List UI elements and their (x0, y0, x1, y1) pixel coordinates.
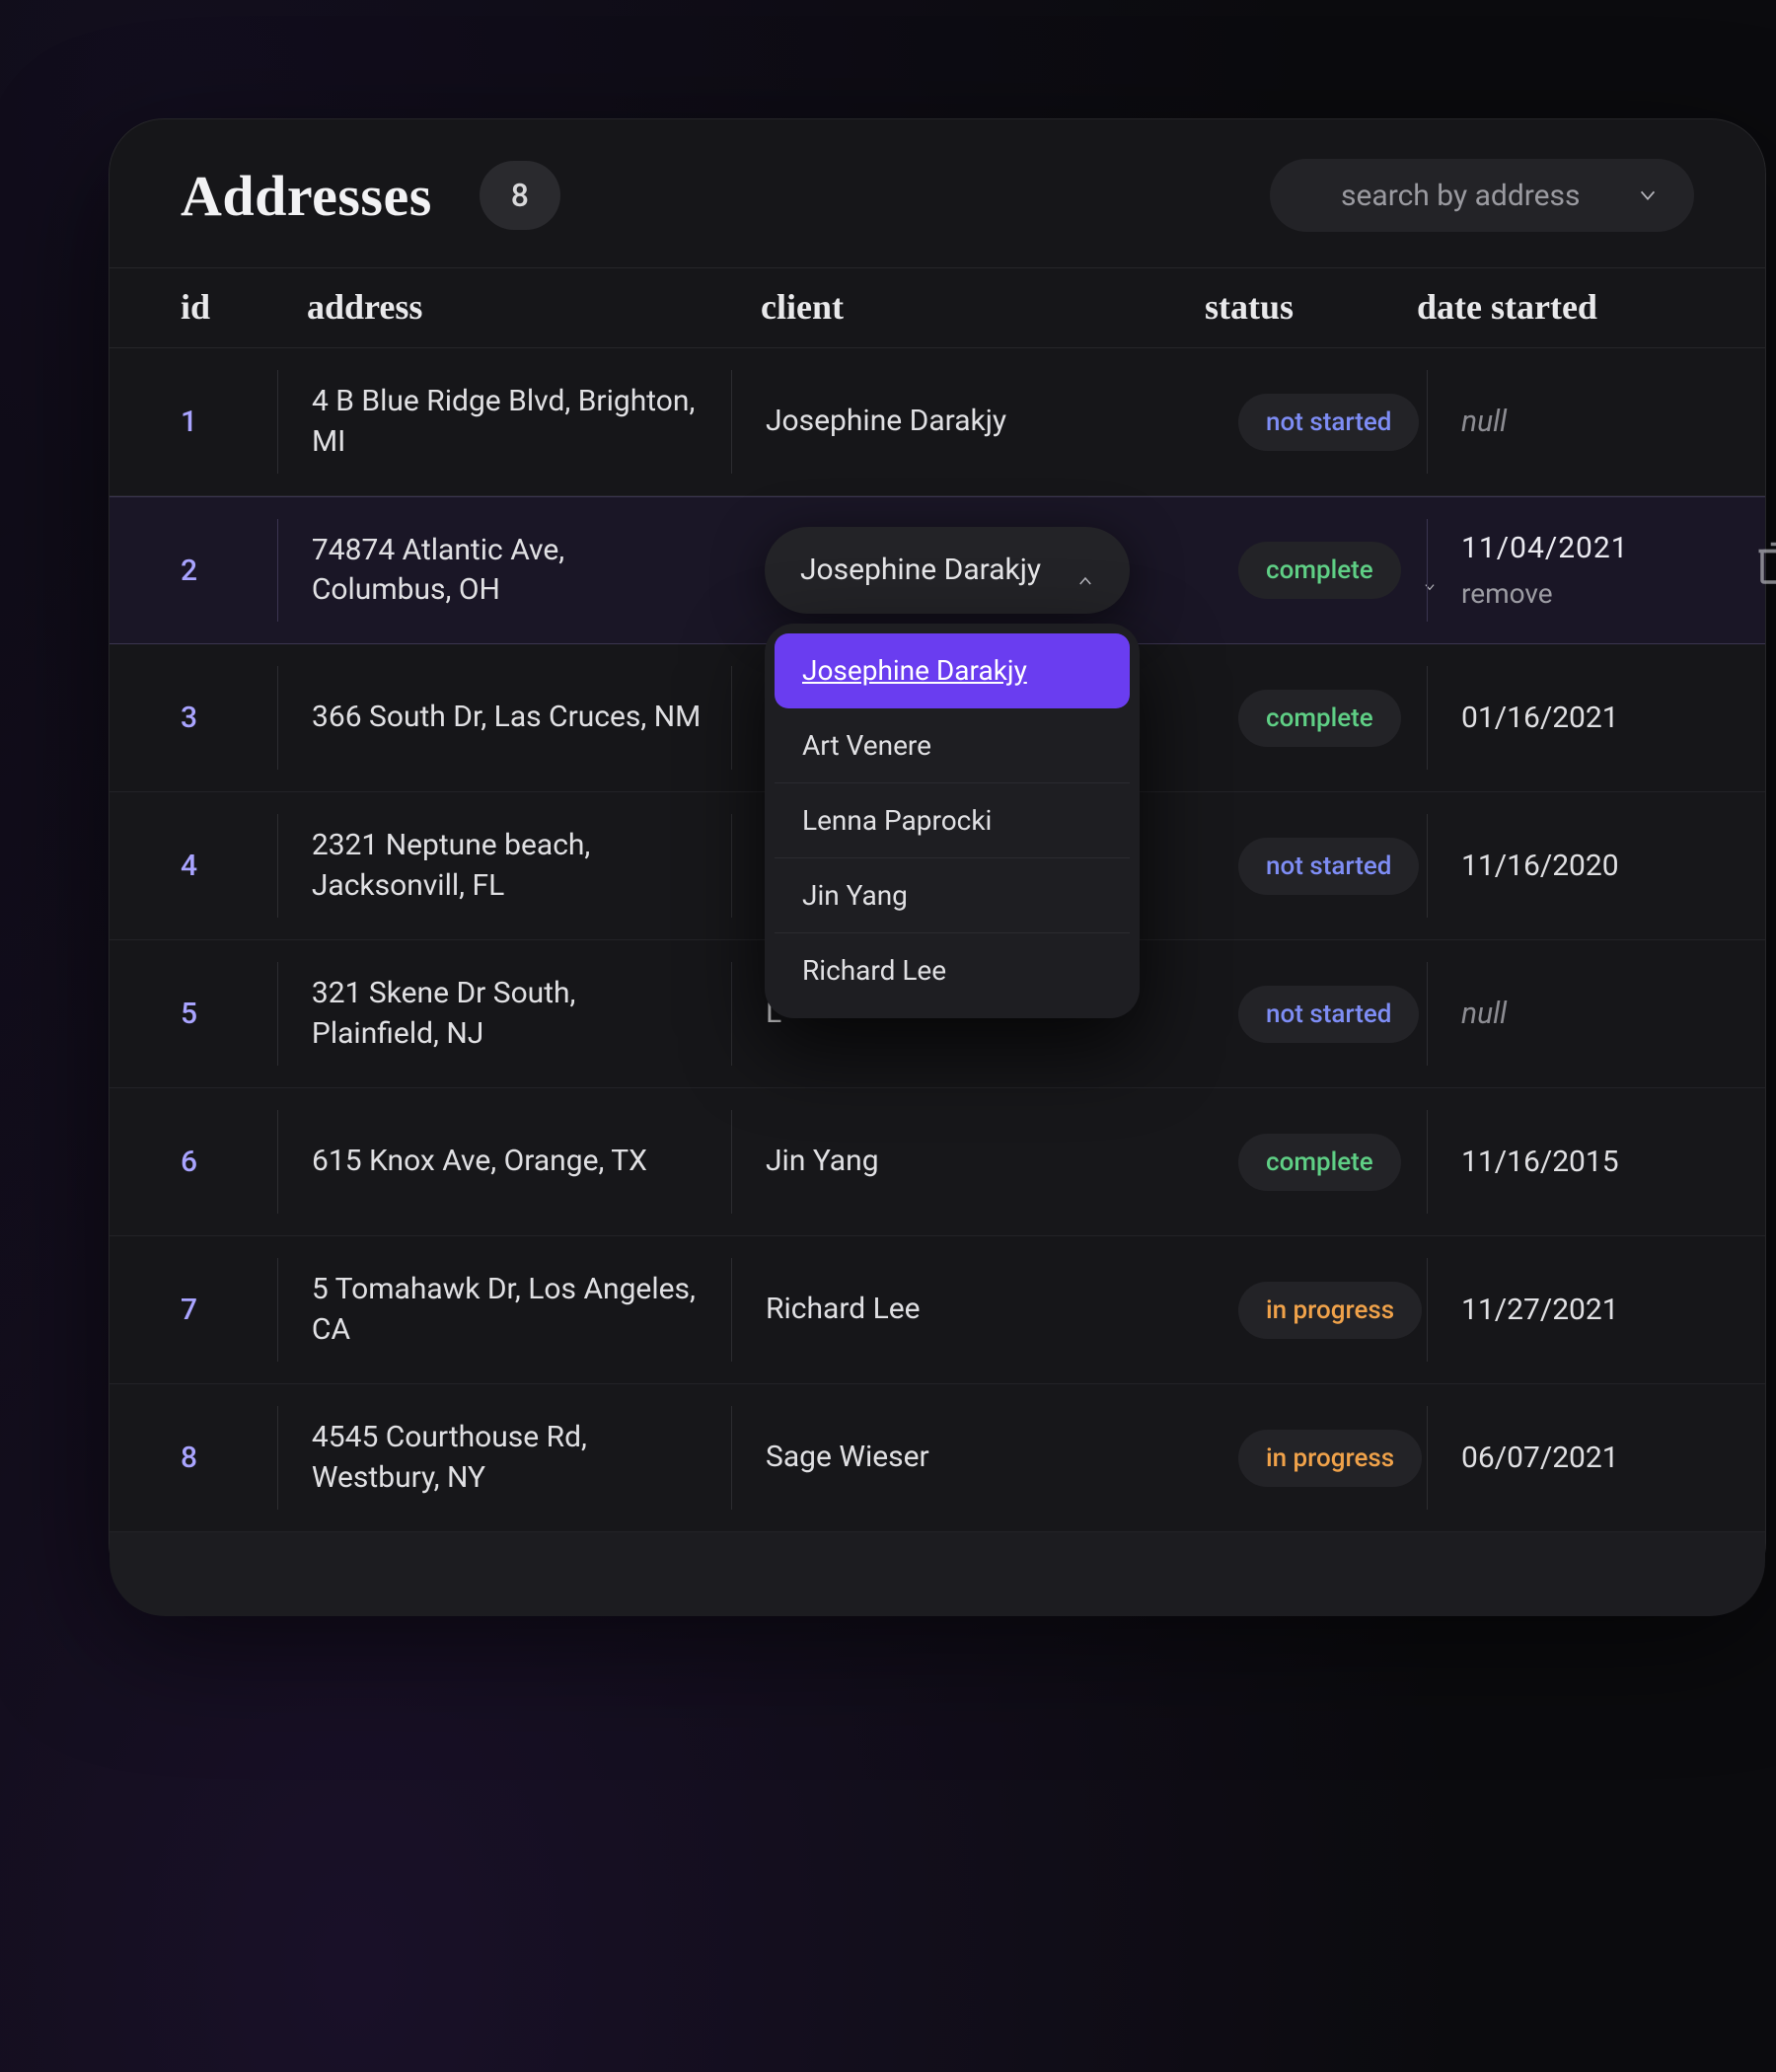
table-header-row: id address client status date started (110, 267, 1765, 348)
cell-id: 8 (110, 1384, 277, 1531)
divider (277, 1406, 278, 1509)
addresses-panel: Addresses 8 search by address id address… (109, 118, 1766, 1598)
cell-address: 74874 Atlantic Ave, Columbus, OH (312, 531, 731, 611)
cell-id: 1 (110, 348, 277, 495)
divider (277, 666, 278, 769)
cell-id: 5 (110, 940, 277, 1087)
cell-client: Josephine Darakjy (766, 402, 1030, 442)
chevron-down-icon (1637, 185, 1659, 206)
divider (731, 1258, 732, 1361)
page-title: Addresses (181, 163, 432, 229)
divider (1427, 666, 1428, 769)
divider (1427, 1258, 1428, 1361)
search-input[interactable]: search by address (1270, 159, 1694, 232)
cell-client: Sage Wieser (766, 1438, 953, 1478)
divider (277, 962, 278, 1065)
search-placeholder: search by address (1341, 179, 1581, 213)
cell-address: 366 South Dr, Las Cruces, NM (312, 698, 724, 738)
col-id: id (110, 286, 277, 328)
client-option[interactable]: Jin Yang (775, 858, 1130, 933)
cell-client: Richard Lee (766, 1290, 944, 1330)
cell-id: 6 (110, 1088, 277, 1235)
cell-address: 5 Tomahawk Dr, Los Angeles, CA (312, 1270, 731, 1350)
table-row[interactable]: 8 4545 Courthouse Rd, Westbury, NY Sage … (110, 1384, 1765, 1532)
cell-date: 06/07/2021 (1461, 1441, 1619, 1475)
divider (731, 1110, 732, 1213)
cell-address: 615 Knox Ave, Orange, TX (312, 1142, 671, 1182)
col-address: address (277, 286, 731, 328)
divider (731, 370, 732, 473)
divider (277, 1258, 278, 1361)
table-body: 1 4 B Blue Ridge Blvd, Brighton, MI Jose… (110, 348, 1765, 1532)
cell-date: null (1461, 405, 1507, 439)
client-select[interactable]: Josephine Darakjy (765, 527, 1130, 614)
client-option[interactable]: Art Venere (775, 708, 1130, 783)
divider (277, 519, 278, 622)
panel-header: Addresses 8 search by address (110, 119, 1765, 267)
client-option[interactable]: Richard Lee (775, 933, 1130, 1008)
cell-date: 11/16/2015 (1461, 1145, 1619, 1179)
cell-id: 4 (110, 792, 277, 939)
cell-id: 3 (110, 644, 277, 791)
cell-address: 321 Skene Dr South, Plainfield, NJ (312, 974, 731, 1054)
divider (277, 1110, 278, 1213)
cell-date[interactable]: 11/04/2021 (1461, 531, 1629, 565)
divider (731, 814, 732, 917)
divider (277, 814, 278, 917)
col-status: status (1175, 286, 1387, 328)
table-row[interactable]: 6 615 Knox Ave, Orange, TX Jin Yang comp… (110, 1088, 1765, 1236)
cell-address: 4545 Courthouse Rd, Westbury, NY (312, 1418, 731, 1498)
divider (1427, 814, 1428, 917)
cell-date: 01/16/2021 (1461, 701, 1619, 735)
cell-address: 2321 Neptune beach, Jacksonvill, FL (312, 826, 731, 906)
cell-client: Jin Yang (766, 1142, 903, 1182)
count-badge: 8 (480, 161, 560, 230)
divider (731, 666, 732, 769)
divider (1427, 370, 1428, 473)
status-badge[interactable]: complete (1238, 1134, 1401, 1191)
cell-date: null (1461, 997, 1507, 1031)
client-option[interactable]: Lenna Paprocki (775, 783, 1130, 858)
divider (731, 1406, 732, 1509)
divider (1427, 1406, 1428, 1509)
col-date: date started (1387, 286, 1762, 328)
cell-id: 2 (110, 497, 277, 643)
cell-address: 4 B Blue Ridge Blvd, Brighton, MI (312, 382, 731, 462)
client-dropdown: Josephine Darakjy Art Venere Lenna Papro… (765, 624, 1140, 1018)
divider (277, 370, 278, 473)
table-row-active[interactable]: 2 74874 Atlantic Ave, Columbus, OH Josep… (110, 496, 1765, 644)
table-row[interactable]: 7 5 Tomahawk Dr, Los Angeles, CA Richard… (110, 1236, 1765, 1384)
chevron-up-icon (1076, 561, 1094, 579)
divider (1427, 1110, 1428, 1213)
cell-date: 11/16/2020 (1461, 849, 1619, 883)
client-option[interactable]: Josephine Darakjy (775, 633, 1130, 708)
divider (731, 962, 732, 1065)
divider (1427, 519, 1428, 622)
remove-button[interactable]: remove (1461, 577, 1629, 610)
cell-date: 11/27/2021 (1461, 1293, 1619, 1327)
trash-icon[interactable] (1755, 541, 1776, 586)
col-client: client (731, 286, 1175, 328)
panel-footer (110, 1532, 1765, 1616)
status-badge[interactable]: complete (1238, 542, 1401, 599)
cell-id: 7 (110, 1236, 277, 1383)
divider (1427, 962, 1428, 1065)
client-select-value: Josephine Darakjy (800, 551, 1041, 591)
status-badge[interactable]: complete (1238, 690, 1401, 747)
table-row[interactable]: 1 4 B Blue Ridge Blvd, Brighton, MI Jose… (110, 348, 1765, 496)
